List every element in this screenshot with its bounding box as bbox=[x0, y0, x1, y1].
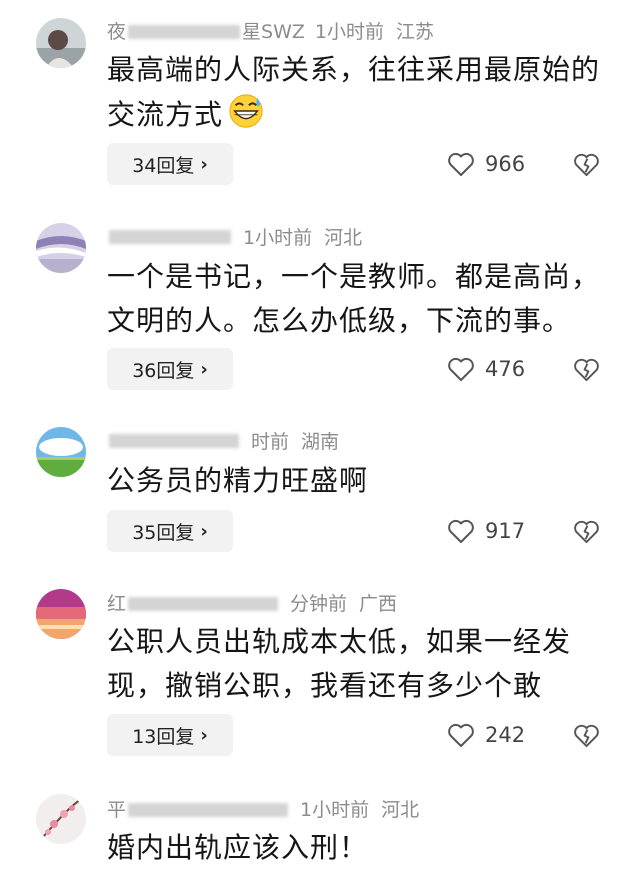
username[interactable]: 红 bbox=[107, 589, 280, 616]
chevron-right-icon: › bbox=[200, 358, 208, 380]
dislike-button[interactable] bbox=[573, 510, 601, 552]
chevron-right-icon: › bbox=[200, 153, 208, 175]
comment-region: 广西 bbox=[359, 592, 398, 615]
like-count: 966 bbox=[485, 152, 526, 176]
comment-meta: 时前 湖南 bbox=[107, 426, 339, 454]
like-button[interactable]: 242 bbox=[447, 714, 525, 756]
comment-line: 一个是书记，一个是教师。都是高尚， bbox=[107, 260, 601, 293]
avatar[interactable] bbox=[36, 794, 86, 844]
redacted-name bbox=[128, 25, 241, 39]
comment-time: 1小时前 bbox=[243, 226, 313, 249]
heart-icon bbox=[448, 723, 474, 747]
comment-time: 时前 bbox=[251, 430, 290, 453]
chevron-right-icon: › bbox=[200, 520, 208, 542]
username[interactable] bbox=[107, 225, 233, 247]
comment-region: 河北 bbox=[324, 226, 363, 249]
heart-icon bbox=[448, 357, 474, 381]
dislike-button[interactable] bbox=[573, 348, 601, 390]
comment-line-with-emoji: 交流方式 bbox=[107, 92, 617, 137]
like-count: 917 bbox=[485, 519, 526, 543]
comment-time: 1小时前 bbox=[314, 20, 384, 43]
view-replies-button[interactable]: 36回复 › bbox=[107, 348, 233, 390]
comment-meta: 1小时前 河北 bbox=[107, 222, 362, 250]
username[interactable]: 平 bbox=[107, 795, 290, 822]
comment-meta: 夜星SWZ 1小时前 江苏 bbox=[107, 16, 434, 44]
view-replies-button[interactable]: 34回复 › bbox=[107, 143, 233, 185]
heart-icon bbox=[448, 519, 474, 543]
comment-line: 文明的人。怎么办低级，下流的事。 bbox=[107, 304, 572, 337]
like-count: 476 bbox=[485, 357, 526, 381]
comment-text: 最高端的人际关系，往往采用最原始的 交流方式 bbox=[107, 48, 617, 137]
username[interactable] bbox=[107, 429, 241, 451]
comment-region: 江苏 bbox=[395, 20, 434, 43]
comment-text: 一个是书记，一个是教师。都是高尚， 文明的人。怎么办低级，下流的事。 bbox=[107, 255, 617, 343]
avatar[interactable] bbox=[36, 427, 86, 477]
dislike-button[interactable] bbox=[573, 714, 601, 756]
comment-line: 公务员的精力旺盛啊 bbox=[107, 464, 369, 497]
redacted-name bbox=[109, 433, 239, 448]
broken-heart-icon bbox=[574, 520, 599, 543]
comment-region: 河北 bbox=[381, 798, 420, 821]
comment-meta: 平 1小时前 河北 bbox=[107, 794, 419, 822]
username[interactable]: 夜星SWZ bbox=[107, 17, 305, 44]
dislike-button[interactable] bbox=[573, 143, 601, 185]
broken-heart-icon bbox=[574, 724, 599, 747]
comment-text: 公务员的精力旺盛啊 bbox=[107, 459, 617, 503]
comment-time: 1小时前 bbox=[300, 798, 370, 821]
comment-text: 婚内出轨应该入刑！ bbox=[107, 826, 617, 870]
heart-icon bbox=[448, 152, 474, 176]
like-button[interactable]: 917 bbox=[447, 510, 525, 552]
like-button[interactable]: 476 bbox=[447, 348, 525, 390]
comment-meta: 红 分钟前 广西 bbox=[107, 588, 397, 616]
comment-line: 公职人员出轨成本太低，如果一经发 bbox=[107, 625, 572, 658]
view-replies-button[interactable]: 35回复 › bbox=[107, 510, 233, 552]
avatar[interactable] bbox=[36, 18, 86, 68]
comment-text: 公职人员出轨成本太低，如果一经发 现，撤销公职，我看还有多少个敢 bbox=[107, 620, 617, 708]
avatar[interactable] bbox=[36, 589, 86, 639]
comment-region: 湖南 bbox=[301, 430, 340, 453]
redacted-name bbox=[109, 229, 231, 244]
avatar[interactable] bbox=[36, 223, 86, 273]
chevron-right-icon: › bbox=[200, 724, 208, 746]
broken-heart-icon bbox=[574, 153, 599, 176]
comment-time: 分钟前 bbox=[290, 592, 348, 615]
like-count: 242 bbox=[485, 723, 526, 747]
grinning-sweat-emoji bbox=[229, 94, 263, 128]
comment-line: 最高端的人际关系，往往采用最原始的 bbox=[107, 53, 601, 86]
redacted-name bbox=[128, 597, 279, 611]
like-button[interactable]: 966 bbox=[447, 143, 525, 185]
comment-line: 婚内出轨应该入刑！ bbox=[107, 831, 369, 864]
broken-heart-icon bbox=[574, 358, 599, 381]
view-replies-button[interactable]: 13回复 › bbox=[107, 714, 233, 756]
comment-line: 现，撤销公职，我看还有多少个敢 bbox=[107, 669, 543, 702]
redacted-name bbox=[128, 803, 289, 817]
